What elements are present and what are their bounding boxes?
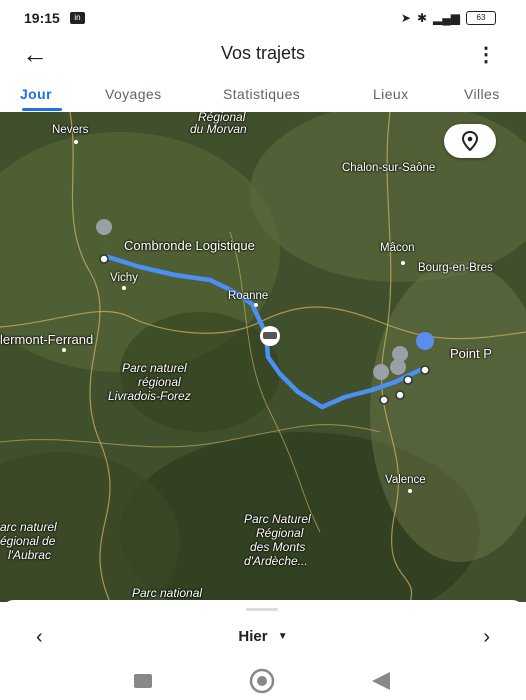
car-marker-icon	[260, 326, 280, 346]
status-time: 19:15	[24, 10, 60, 26]
map-label-combronde: Combronde Logistique	[124, 238, 255, 253]
map-label-livradois-3: Livradois-Forez	[108, 389, 191, 403]
tab-jour[interactable]: Jour	[20, 86, 52, 102]
map-label-macon: Mâcon	[380, 242, 415, 254]
map-label-roanne: Roanne	[228, 290, 269, 302]
more-options-icon[interactable]: ⋮	[476, 42, 496, 67]
next-day-button[interactable]: ›	[483, 626, 490, 649]
page-title: Vos trajets	[220, 43, 306, 63]
app-bar: ← Vos trajets ⋮	[0, 36, 526, 76]
date-label: Hier	[238, 628, 268, 645]
map-label-clermont: lermont-Ferrand	[0, 332, 94, 347]
map-label-livradois-1: Parc naturel	[122, 361, 187, 375]
map-label-vichy: Vichy	[110, 272, 138, 284]
map-label-chalon: Chalon-sur-Saône	[342, 162, 436, 174]
bluetooth-icon: ✱	[416, 11, 428, 25]
map-label-aubrac-2: égional de	[0, 534, 56, 548]
recent-apps-icon[interactable]	[134, 674, 152, 688]
linkedin-icon: in	[70, 12, 85, 24]
map-label-aubrac-3: l'Aubrac	[8, 548, 51, 562]
map-label-ardeche-2: Régional	[256, 526, 304, 540]
map-label-point-p: Point P	[450, 346, 492, 361]
back-nav-icon[interactable]	[372, 672, 390, 690]
status-icons: ➤ ✱ ▂▄▆ 63	[401, 11, 496, 25]
map-label-aubrac-1: arc naturel	[0, 520, 57, 534]
map-label-ardeche-1: Parc Naturel	[244, 512, 311, 526]
tab-voyages[interactable]: Voyages	[105, 86, 162, 102]
battery-icon: 63	[466, 11, 496, 25]
map-label-bottom: Parc national	[132, 586, 203, 600]
map-label-bourg: Bourg-en-Bres	[418, 262, 493, 274]
date-selector[interactable]: Hier ▼	[0, 628, 526, 645]
map-label-ardeche-4: d'Ardèche...	[244, 554, 308, 568]
map-label-morvan-2: du Morvan	[190, 122, 247, 136]
signal-icon: ▂▄▆	[433, 11, 460, 25]
status-bar: 19:15 in ➤ ✱ ▂▄▆ 63	[0, 0, 526, 36]
map-label-nevers: Nevers	[52, 124, 89, 136]
dropdown-arrow-icon: ▼	[277, 631, 288, 642]
map-label-ardeche-3: des Monts	[250, 540, 306, 554]
tab-villes[interactable]: Villes	[464, 86, 500, 102]
tab-lieux[interactable]: Lieux	[373, 86, 408, 102]
map-label-livradois-2: régional	[138, 375, 181, 389]
active-tab-indicator	[22, 108, 62, 111]
system-navigation-bar	[134, 668, 390, 694]
tab-bar: Jour Voyages Statistiques Lieux Villes	[0, 80, 526, 112]
map-places-button[interactable]	[444, 124, 496, 158]
map-view[interactable]: Nevers Régional du Morvan Chalon-sur-Saô…	[0, 112, 526, 602]
tab-statistiques[interactable]: Statistiques	[223, 86, 300, 102]
location-arrow-icon: ➤	[400, 11, 411, 25]
drag-handle[interactable]	[246, 608, 278, 611]
map-label-valence: Valence	[385, 474, 426, 486]
location-pin-icon	[461, 131, 479, 151]
